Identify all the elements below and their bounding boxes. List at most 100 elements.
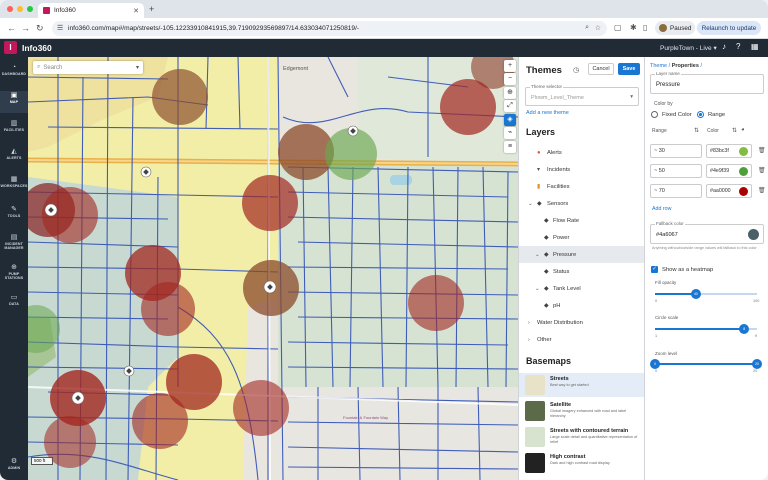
layer-item-sensors[interactable]: ⌄ ◆ Sensors	[519, 195, 644, 212]
zoom-in-button[interactable]: +	[504, 60, 516, 72]
puzzle-icon[interactable]: ✱	[630, 23, 637, 32]
layer-item-water-distribution[interactable]: › Water Distribution	[519, 314, 644, 331]
chevron-down-icon[interactable]: ▾	[136, 64, 139, 71]
sidebar-item-map[interactable]: ▣ MAP	[0, 91, 28, 113]
browser-tab[interactable]: Info360 ✕	[38, 3, 144, 18]
layer-item-ph[interactable]: ◆ pH	[519, 297, 644, 314]
range-radio[interactable]	[697, 111, 704, 118]
bell-icon[interactable]: ♪	[722, 42, 726, 51]
slider-handle-min[interactable]: 0	[650, 359, 660, 369]
chevron-down-icon[interactable]: ⌄	[528, 201, 533, 207]
range-color-input[interactable]: #aa0000	[706, 184, 752, 198]
basemap-streets[interactable]: Streets Best way to get started	[519, 373, 644, 397]
help-icon[interactable]: ?	[736, 42, 740, 51]
back-icon[interactable]: ←	[7, 23, 16, 33]
basemap-high-contrast[interactable]: High contrast Dark and high contrast roa…	[519, 451, 644, 475]
layer-item-power[interactable]: ◆ Power	[519, 229, 644, 246]
list-icon[interactable]: ≡	[504, 141, 516, 153]
maximize-window-button[interactable]	[27, 6, 33, 12]
extension-icon[interactable]: ▢	[614, 23, 622, 32]
chevron-right-icon[interactable]: ›	[528, 337, 530, 343]
locate-icon[interactable]: ⊕	[504, 87, 516, 99]
search-input[interactable]: Search	[43, 65, 62, 71]
app-logo[interactable]: I	[4, 41, 17, 54]
palette-icon[interactable]: ◕	[741, 127, 745, 133]
close-tab-icon[interactable]: ✕	[133, 7, 139, 15]
sidebar-item-workspaces[interactable]: ▦ WORKSPACES	[0, 175, 28, 197]
chevron-down-icon[interactable]: ⌄	[535, 286, 540, 292]
minimize-window-button[interactable]	[17, 6, 23, 12]
layer-item-flow-rate[interactable]: ◆ Flow Rate	[519, 212, 644, 229]
map-canvas[interactable]: Edgemont Fountain & Fountain Way ⌕ Searc…	[28, 57, 518, 480]
profile-paused-button[interactable]: Paused	[655, 21, 695, 35]
layer-item-tank-level[interactable]: ⌄ ◆ Tank Level	[519, 280, 644, 297]
delete-icon[interactable]: 🗑	[758, 187, 766, 194]
add-theme-link[interactable]: Add a new theme	[526, 110, 569, 116]
range-value-input[interactable]: ~ 70	[650, 184, 702, 198]
relaunch-button[interactable]: Relaunch to update	[697, 21, 761, 35]
layer-item-other[interactable]: › Other	[519, 331, 644, 348]
measure-icon[interactable]: ⌁	[504, 127, 516, 139]
sidebar-item-tools[interactable]: ✎ TOOLS	[0, 205, 28, 227]
layer-item-facilities[interactable]: ▮ Facilities	[519, 178, 644, 195]
sidebar-item-data[interactable]: ▭ DATA	[0, 293, 28, 315]
apps-grid-icon[interactable]: ▦	[751, 42, 759, 51]
slider-handle[interactable]: 40	[690, 289, 701, 299]
history-icon[interactable]: ◷	[573, 66, 579, 74]
zoom-level-slider[interactable]: 0 20	[650, 359, 762, 369]
site-info-icon[interactable]: ☰	[57, 24, 63, 32]
new-tab-icon[interactable]: +	[149, 4, 154, 14]
sidebar-item-incident-manager[interactable]: ▤ INCIDENT MANAGER	[0, 233, 28, 259]
fixed-color-radio[interactable]	[651, 111, 658, 118]
range-value-input[interactable]: ~ 50	[650, 164, 702, 178]
slider-handle[interactable]: 8	[739, 324, 750, 334]
heatmap-checkbox[interactable]: ✓	[651, 266, 658, 273]
layer-item-incidents[interactable]: ▾ Incidents	[519, 161, 644, 178]
circle-scale-slider[interactable]: 8	[655, 324, 757, 334]
sidebar-item-admin[interactable]: ⚙ ADMIN	[0, 457, 28, 479]
layer-item-alerts[interactable]: ● Alerts	[519, 144, 644, 161]
cancel-button[interactable]: Cancel	[588, 63, 614, 75]
url-bar[interactable]: ☰ info360.com/map#/map/streets/-105.1223…	[52, 21, 607, 36]
save-button[interactable]: Save	[618, 63, 640, 75]
layer-item-pressure[interactable]: ⌄ ◆ Pressure	[519, 246, 644, 263]
color-swatch[interactable]	[739, 167, 748, 176]
org-selector[interactable]: PurpleTown - Live ▾	[660, 44, 717, 52]
fallback-color-field[interactable]: Fallback color #4a6067	[650, 221, 764, 244]
delete-icon[interactable]: 🗑	[758, 167, 766, 174]
sort-icon[interactable]: ⇅	[694, 127, 699, 134]
range-value-input[interactable]: ~ 30	[650, 144, 702, 158]
color-swatch[interactable]	[739, 147, 748, 156]
bookmark-star-icon[interactable]: ☆	[595, 24, 601, 32]
layers-toggle-icon[interactable]: ◈	[504, 114, 516, 126]
sidebar-item-facilities[interactable]: ▥ FACILITIES	[0, 119, 28, 141]
theme-selector[interactable]: Theme selector Plowm_Level_Theme ▾	[525, 84, 639, 106]
layer-item-status[interactable]: ◆ Status	[519, 263, 644, 280]
zoom-out-button[interactable]: −	[504, 73, 516, 85]
sidebar-item-alerts[interactable]: ◭ ALERTS	[0, 147, 28, 169]
fill-opacity-slider[interactable]: 40	[655, 289, 757, 299]
delete-icon[interactable]: 🗑	[758, 147, 766, 154]
range-color-input[interactable]: #83bc3f	[706, 144, 752, 158]
chevron-right-icon[interactable]: ›	[528, 320, 530, 326]
sort-icon[interactable]: ⇅	[732, 127, 737, 134]
forward-icon[interactable]: →	[21, 23, 30, 33]
color-swatch[interactable]	[739, 187, 748, 196]
reload-icon[interactable]: ↻	[36, 23, 44, 34]
map-search[interactable]: ⌕ Search ▾	[33, 61, 143, 74]
add-row-link[interactable]: Add row	[652, 206, 671, 212]
layer-name-field[interactable]: Layer name Pressure	[650, 71, 764, 94]
close-window-button[interactable]	[7, 6, 13, 12]
basemap-terrain[interactable]: Streets with contoured terrain Large sca…	[519, 425, 644, 449]
fullscreen-icon[interactable]: ⤢	[504, 100, 516, 112]
basemap-satellite[interactable]: Satellite Global imagery enhanced with r…	[519, 399, 644, 423]
color-swatch[interactable]	[748, 229, 759, 240]
chevron-down-icon[interactable]: ⌄	[535, 252, 540, 258]
breadcrumb-theme-link[interactable]: Theme	[650, 63, 667, 69]
range-color-input[interactable]: #4e9f39	[706, 164, 752, 178]
zoom-icon[interactable]: ⌕	[585, 24, 589, 32]
sidebar-item-pump-stations[interactable]: ⊕ PUMP STATIONS	[0, 263, 28, 289]
sidepanel-icon[interactable]: ▯	[643, 23, 647, 32]
slider-handle-max[interactable]: 20	[752, 359, 762, 369]
sidebar-item-dashboard[interactable]: ◔ DASHBOARD	[0, 63, 28, 85]
